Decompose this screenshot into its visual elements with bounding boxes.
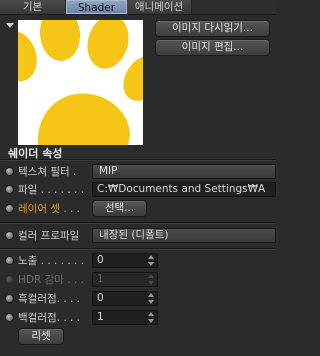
edit-image-button[interactable]: 이미지 편집...	[155, 39, 270, 56]
black-point-row: 흑컬러점. . . . 0	[0, 290, 276, 307]
reload-image-button[interactable]: 이미지 다시읽기...	[155, 20, 270, 37]
color-profile-dropdown[interactable]: 내장된 (디폴트)	[92, 228, 276, 243]
file-label: 파일 . . . . . . .	[18, 184, 85, 196]
divider	[0, 159, 276, 160]
file-row: 파일 . . . . . . . C:₩Documents and Settin…	[0, 181, 276, 198]
hdr-gamma-label: HDR 감마 . . .	[18, 274, 84, 286]
texture-filter-label: 텍스쳐 필터 .	[18, 166, 77, 178]
color-profile-row: 컬러 프로파일 내장된 (디폴트)	[0, 227, 276, 244]
spinner-arrows-icon[interactable]	[148, 312, 154, 323]
animate-dot-icon[interactable]	[5, 204, 14, 213]
divider	[0, 248, 276, 249]
tab-basic[interactable]: 기본	[0, 0, 66, 14]
animate-dot-icon	[5, 275, 14, 284]
exposure-label: 노출 . . . . . . .	[18, 255, 85, 267]
animate-dot-icon[interactable]	[5, 313, 14, 322]
layer-set-row: 레이어 셋 . . . 선택...	[0, 200, 276, 217]
exposure-row: 노출 . . . . . . . 0	[0, 252, 276, 269]
tab-shader[interactable]: Shader	[66, 0, 127, 14]
animate-dot-icon[interactable]	[5, 256, 14, 265]
divider	[0, 222, 276, 223]
black-point-label: 흑컬러점. . . .	[18, 293, 81, 305]
color-profile-label: 컬러 프로파일	[18, 230, 80, 242]
white-point-row: 백컬러점. . . . 1	[0, 309, 276, 326]
animate-dot-icon[interactable]	[5, 167, 14, 176]
spinner-arrows-icon	[148, 274, 154, 285]
black-point-input[interactable]: 0	[92, 291, 158, 306]
animate-dot-icon[interactable]	[5, 294, 14, 303]
paw-print-icon	[18, 20, 143, 145]
animate-dot-icon[interactable]	[5, 231, 14, 240]
layer-set-label: 레이어 셋 . . .	[18, 203, 81, 215]
reset-button[interactable]: 리셋	[18, 328, 64, 345]
animate-dot-icon[interactable]	[5, 185, 14, 194]
spinner-arrows-icon[interactable]	[148, 293, 154, 304]
hdr-gamma-row: HDR 감마 . . . 1	[0, 271, 276, 288]
white-point-value: 1	[97, 311, 104, 323]
texture-filter-row: 텍스쳐 필터 . MIP	[0, 163, 276, 180]
white-point-input[interactable]: 1	[92, 310, 158, 325]
exposure-input[interactable]: 0	[92, 253, 158, 268]
texture-preview	[18, 20, 143, 145]
exposure-value: 0	[97, 254, 104, 266]
file-path-field[interactable]: C:₩Documents and Settings₩A	[92, 182, 276, 197]
tab-bar: 기본 Shader 애니메이션	[0, 0, 276, 15]
hdr-gamma-value: 1	[97, 273, 104, 285]
spinner-arrows-icon[interactable]	[148, 255, 154, 266]
tab-bar-filler	[192, 0, 276, 14]
panel-menu-icon[interactable]	[6, 23, 14, 28]
layer-set-select-button[interactable]: 선택...	[92, 200, 147, 217]
hdr-gamma-input: 1	[92, 272, 158, 287]
white-point-label: 백컬러점. . . .	[18, 312, 81, 324]
tab-animation[interactable]: 애니메이션	[127, 0, 192, 14]
black-point-value: 0	[97, 292, 104, 304]
texture-filter-dropdown[interactable]: MIP	[92, 164, 276, 179]
